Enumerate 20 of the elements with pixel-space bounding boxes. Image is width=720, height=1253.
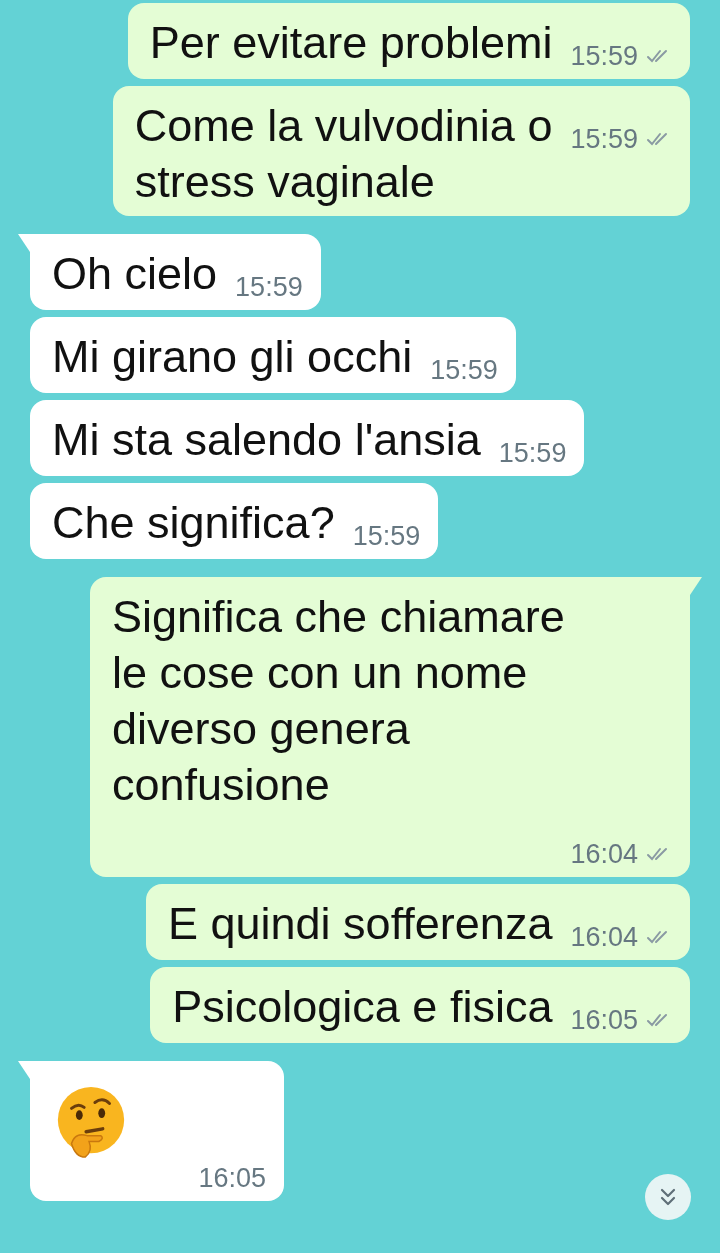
message-time: 15:59	[235, 271, 303, 303]
message-text: Mi sta salendo l'ansia	[52, 413, 481, 467]
message-time: 16:04	[570, 838, 638, 870]
message-text: Psicologica e fisica	[172, 980, 553, 1034]
message-text: Che significa?	[52, 496, 335, 550]
message-time: 16:04	[570, 921, 638, 953]
message-text: Per evitare problemi	[149, 16, 553, 70]
message-time: 15:59	[570, 123, 638, 155]
message-text: Come la vulvodinia o stress vaginale	[134, 99, 553, 209]
message-text: Mi girano gli occhi	[52, 330, 413, 384]
message-text: Oh cielo	[52, 247, 218, 301]
message-text: E quindi sofferenza	[168, 897, 553, 951]
message-time: 16:05	[570, 1004, 638, 1036]
message-time: 15:59	[352, 520, 421, 552]
scroll-down-button[interactable]	[645, 1174, 691, 1220]
message-time: 15:59	[430, 354, 498, 386]
message-text: Significa che chiamare le cose con un nome diverso genera confusione	[112, 590, 565, 812]
message-time: 15:59	[570, 40, 638, 72]
message-time: 16:05	[198, 1162, 266, 1194]
message-time: 15:59	[498, 437, 567, 469]
